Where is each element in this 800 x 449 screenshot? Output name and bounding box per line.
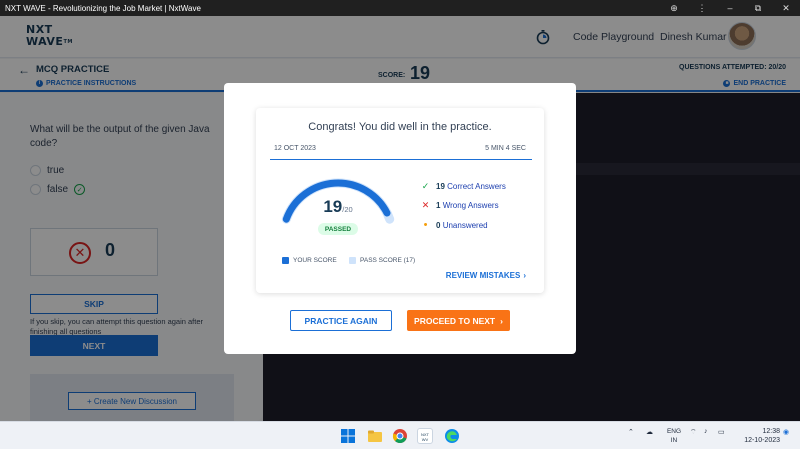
more-menu-icon[interactable]: ⋮	[688, 0, 716, 16]
file-explorer-icon[interactable]	[367, 428, 383, 444]
tray-chevron-up-icon[interactable]: ⌃	[628, 428, 634, 436]
dot-icon: •	[423, 219, 428, 231]
review-mistakes-link[interactable]: REVIEW MISTAKES ›	[446, 271, 526, 280]
practice-date: 12 OCT 2023	[274, 145, 316, 152]
stat-unanswered: • 0 Unanswered	[421, 219, 488, 231]
minimize-icon[interactable]: –	[716, 0, 744, 16]
legend-your-score: YOUR SCORE	[282, 257, 337, 264]
chevron-right-icon: ›	[523, 271, 526, 280]
window-controls: ⊕ ⋮ – ⧉ ✕	[660, 0, 800, 16]
chrome-icon[interactable]	[392, 428, 408, 444]
close-icon[interactable]: ✕	[772, 0, 800, 16]
taskbar: NXT WV ⌃ ☁ ENG IN ⌔ ♪ ▭ 12:38 12-10-2023 …	[0, 421, 800, 449]
wifi-icon[interactable]: ⌔	[690, 428, 697, 437]
chevron-right-icon: ›	[500, 315, 503, 326]
battery-icon[interactable]: ▭	[718, 428, 725, 436]
system-clock[interactable]: 12:38 12-10-2023	[740, 427, 780, 445]
result-modal: Congrats! You did well in the practice. …	[224, 83, 576, 354]
gauge-score-value: 19	[323, 197, 343, 216]
edge-icon[interactable]	[444, 428, 460, 444]
windows-start-icon[interactable]	[340, 428, 356, 444]
gauge-score-total: /20	[342, 205, 353, 214]
gauge-score-text: 19/20	[274, 197, 402, 217]
extensions-icon[interactable]: ⊕	[660, 0, 688, 16]
nxtwave-app-icon[interactable]: NXT WV	[417, 428, 433, 444]
divider	[270, 159, 532, 160]
notification-bell-icon[interactable]: ◉	[783, 428, 789, 436]
practice-again-button[interactable]: PRACTICE AGAIN	[290, 310, 392, 331]
maximize-icon[interactable]: ⧉	[744, 0, 772, 16]
score-gauge: 19/20 PASSED	[274, 172, 402, 258]
proceed-to-next-button[interactable]: PROCEED TO NEXT ›	[407, 310, 510, 331]
browser-title-bar: NXT WAVE - Revolutionizing the Job Marke…	[0, 0, 800, 16]
stat-wrong: ✕ 1 Wrong Answers	[421, 200, 499, 210]
result-card: Congrats! You did well in the practice. …	[256, 108, 544, 293]
status-badge: PASSED	[318, 223, 358, 235]
volume-icon[interactable]: ♪	[704, 428, 708, 435]
legend-swatch	[349, 257, 356, 264]
cloud-icon[interactable]: ☁	[646, 428, 653, 436]
legend-swatch	[282, 257, 289, 264]
practice-duration: 5 MIN 4 SEC	[485, 145, 526, 152]
stat-correct: ✓ 19 Correct Answers	[421, 181, 506, 191]
language-indicator[interactable]: ENG IN	[664, 427, 684, 445]
window-title: NXT WAVE - Revolutionizing the Job Marke…	[5, 3, 201, 13]
check-icon: ✓	[421, 181, 430, 191]
legend-pass-score: PASS SCORE (17)	[349, 257, 415, 264]
congrats-heading: Congrats! You did well in the practice.	[308, 121, 492, 133]
cross-icon: ✕	[421, 200, 430, 210]
